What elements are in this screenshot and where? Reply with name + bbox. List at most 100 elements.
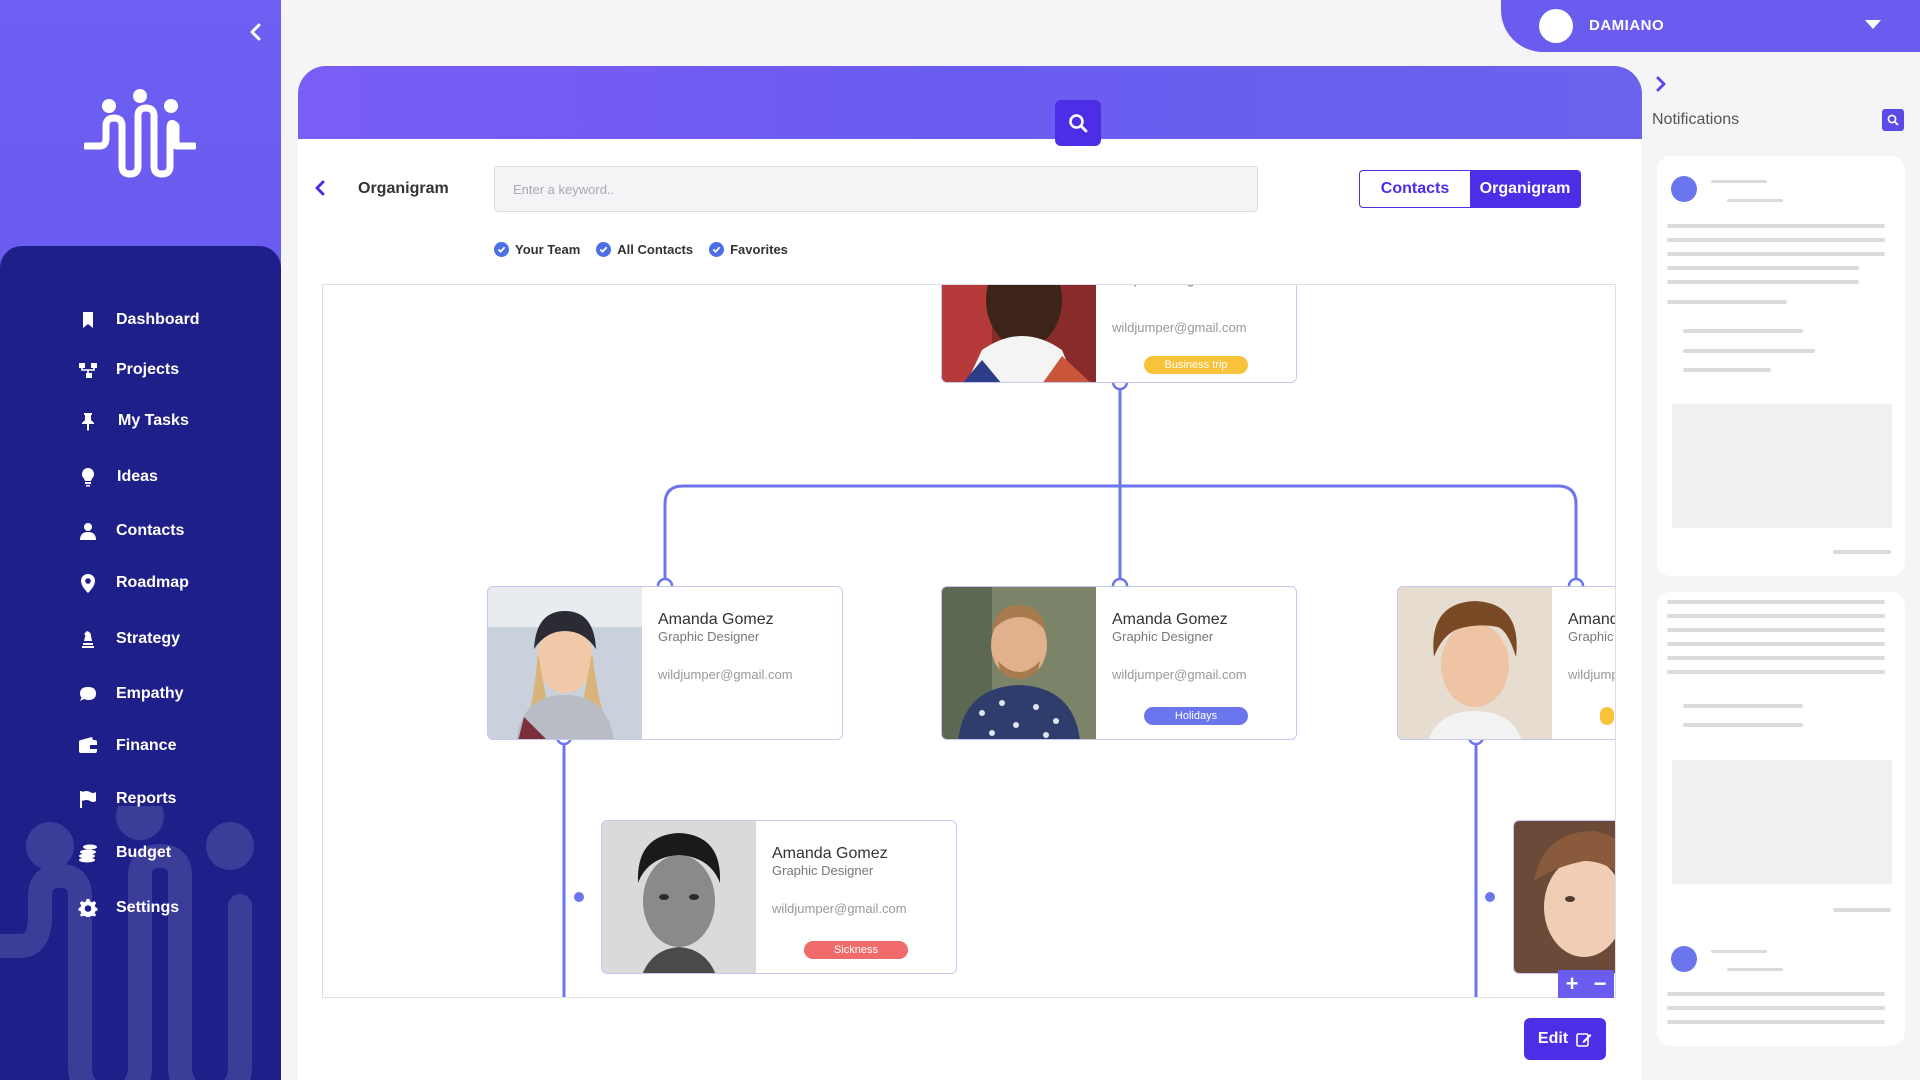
zoom-in-icon[interactable]: + — [1566, 971, 1579, 997]
card-name: Amanda Gomez — [772, 845, 888, 862]
checkbox-checked-icon[interactable] — [709, 242, 725, 257]
notification-card[interactable] — [1657, 592, 1905, 1046]
gear-icon — [78, 898, 98, 917]
organigram-chart[interactable]: Graphic Designer wildjumper@gmail.com Bu… — [322, 284, 1616, 998]
app-logo — [84, 89, 196, 178]
filter-your-team[interactable]: Your Team — [494, 242, 580, 257]
flag-icon — [80, 791, 96, 808]
filter-label: Your Team — [515, 242, 581, 257]
notification-image-placeholder — [1672, 404, 1892, 528]
search-icon — [1887, 114, 1899, 126]
card-email: wildjumper@gmail.com — [772, 901, 907, 916]
notifications-title: Notifications — [1652, 111, 1740, 128]
zoom-out-icon[interactable]: − — [1594, 971, 1607, 997]
toggle-contacts[interactable]: Contacts — [1360, 171, 1470, 207]
sidebar-item-label: Strategy — [116, 630, 181, 647]
person-icon — [80, 523, 96, 540]
card-name: Amanda Gomez — [658, 611, 774, 628]
sidebar-item-contacts[interactable]: Contacts — [0, 513, 281, 549]
filter-all-contacts[interactable]: All Contacts — [596, 242, 693, 257]
profile-photo — [942, 285, 1096, 382]
sidebar-item-reports[interactable]: Reports — [0, 781, 281, 817]
profile-photo — [942, 587, 1096, 739]
map-pin-icon — [81, 574, 95, 593]
sidebar-item-label: Reports — [116, 790, 177, 807]
profile-photo — [1514, 821, 1615, 973]
card-role: Graphic Designer — [658, 629, 760, 644]
toggle-organigram[interactable]: Organigram — [1470, 171, 1580, 207]
org-card[interactable]: Amanda Gomez Graphic Designer wildjumper… — [601, 820, 957, 974]
pin-icon — [82, 413, 94, 431]
sidebar-item-label: Projects — [116, 361, 180, 378]
sidebar-item-projects[interactable]: Projects — [0, 352, 281, 388]
sidebar-item-budget[interactable]: Budget — [0, 835, 281, 871]
search-input[interactable] — [495, 167, 1215, 211]
sidebar-item-label: Finance — [116, 737, 177, 754]
card-role: Graphic Designer — [1112, 285, 1213, 287]
user-menu[interactable]: DAMIANO — [1501, 0, 1920, 52]
status-badge — [1600, 707, 1614, 725]
sidebar-item-settings[interactable]: Settings — [0, 890, 281, 926]
card-email: wildjumper@gmail.com — [1112, 667, 1247, 682]
sidebar: Dashboard Projects My Tasks Ideas Contac… — [0, 0, 281, 1080]
bookmark-icon — [83, 312, 93, 328]
sidebar-item-finance[interactable]: Finance — [0, 728, 281, 764]
card-name: Amanda Gomez — [1112, 611, 1228, 628]
chevron-down-icon — [1865, 20, 1881, 29]
org-card[interactable]: Amanda Gomez Graphic Designer wildjumper… — [941, 586, 1297, 740]
sidebar-item-label: My Tasks — [118, 412, 189, 429]
sidebar-item-strategy[interactable]: Strategy — [0, 621, 281, 657]
card-role: Graphic Designer — [772, 863, 874, 878]
edit-label: Edit — [1537, 1030, 1569, 1047]
user-name: DAMIANO — [1589, 17, 1665, 34]
edit-icon — [1576, 1033, 1592, 1047]
lightbulb-icon — [81, 467, 95, 487]
sidebar-item-label: Empathy — [116, 685, 184, 702]
coins-icon — [79, 844, 97, 863]
card-role: Graphic Designer — [1568, 629, 1615, 644]
sidebar-item-label: Budget — [116, 844, 172, 861]
hierarchy-icon — [79, 363, 97, 378]
notification-image-placeholder — [1672, 760, 1892, 884]
chevron-left-icon[interactable] — [242, 18, 270, 46]
filter-label: Favorites — [730, 242, 788, 257]
avatar — [1671, 946, 1697, 972]
checkbox-checked-icon[interactable] — [494, 242, 509, 257]
sidebar-nav: Dashboard Projects My Tasks Ideas Contac… — [0, 246, 281, 1080]
sidebar-item-roadmap[interactable]: Roadmap — [0, 565, 281, 601]
filter-group: Your Team All Contacts Favorites — [494, 242, 788, 257]
sidebar-item-label: Settings — [116, 899, 180, 916]
edit-button[interactable]: Edit — [1524, 1018, 1606, 1060]
search-button[interactable] — [1055, 100, 1101, 146]
org-card[interactable]: Amanda Gomez Graphic Designer wildjumper… — [487, 586, 843, 740]
card-name: Amanda Gomez — [1568, 611, 1615, 628]
search-field — [494, 166, 1258, 212]
notification-card[interactable] — [1657, 156, 1905, 576]
checkbox-checked-icon[interactable] — [596, 242, 612, 257]
notifications-search-button[interactable] — [1882, 109, 1904, 131]
card-role: Graphic Designer — [1112, 629, 1214, 644]
chevron-right-icon[interactable] — [1652, 74, 1670, 94]
filter-favorites[interactable]: Favorites — [709, 242, 788, 257]
sidebar-item-my-tasks[interactable]: My Tasks — [0, 403, 281, 439]
org-card[interactable]: Amanda Gomez Graphic Designer wildjumper… — [1397, 586, 1615, 740]
card-email: wildjumper@gmail.com — [1112, 320, 1247, 335]
sidebar-item-ideas[interactable]: Ideas — [0, 459, 281, 495]
avatar — [1671, 176, 1697, 202]
sidebar-item-label: Ideas — [117, 468, 158, 485]
status-badge: Holidays — [1144, 707, 1248, 725]
view-toggle: Contacts Organigram — [1359, 170, 1581, 208]
org-card[interactable] — [1513, 820, 1615, 974]
status-badge: Sickness — [804, 941, 908, 959]
card-email: wildjumper@gmail.com — [658, 667, 793, 682]
sidebar-item-dashboard[interactable]: Dashboard — [0, 302, 281, 338]
panel-banner — [298, 66, 1642, 139]
sidebar-item-label: Contacts — [116, 522, 185, 539]
back-arrow-icon[interactable] — [310, 178, 330, 198]
filter-label: All Contacts — [617, 242, 694, 257]
chat-bubble-icon — [80, 687, 96, 701]
profile-photo — [602, 821, 756, 973]
chess-icon — [82, 631, 94, 648]
org-card[interactable]: Graphic Designer wildjumper@gmail.com Bu… — [941, 285, 1297, 383]
sidebar-item-empathy[interactable]: Empathy — [0, 676, 281, 712]
